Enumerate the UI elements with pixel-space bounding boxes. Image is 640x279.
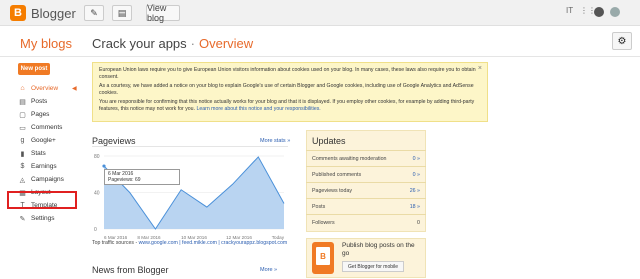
notice-paragraph: You are responsible for confirming that … bbox=[99, 99, 481, 112]
traffic-sources: Top traffic sources - www.google.com | f… bbox=[92, 240, 288, 247]
news-more-link[interactable]: More » bbox=[260, 267, 277, 273]
user-initials: IT bbox=[566, 6, 574, 15]
chart-tooltip: 6 Mar 2016 Pageviews: 69 bbox=[104, 169, 180, 185]
sidebar-item-stats[interactable]: ▮ Stats bbox=[18, 147, 86, 160]
updates-value[interactable]: 26 » bbox=[410, 188, 420, 194]
news-title: News from Blogger bbox=[92, 265, 169, 275]
sidebar-item-label: Earnings bbox=[31, 163, 57, 170]
title-separator: · bbox=[190, 36, 195, 51]
updates-label: Posts bbox=[312, 204, 326, 210]
y-tick-label: 80 bbox=[94, 154, 100, 160]
top-bar: B Blogger ✎ ▤ View blog IT ⋮⋮ bbox=[0, 0, 640, 26]
learn-more-link[interactable]: Learn more about this notice and your re… bbox=[196, 106, 320, 112]
updates-row[interactable]: Pageviews today 26 » bbox=[306, 182, 426, 198]
data-point bbox=[102, 164, 106, 168]
series-area bbox=[104, 156, 284, 229]
promo-text: Publish blog posts on the go bbox=[342, 242, 415, 257]
pencil-icon[interactable]: ✎ bbox=[84, 5, 104, 21]
sidebar-item-label: Comments bbox=[31, 124, 63, 131]
section-name: Overview bbox=[199, 36, 254, 51]
new-post-button[interactable]: New post bbox=[18, 63, 50, 75]
updates-label: Followers bbox=[312, 220, 335, 226]
current-indicator-icon: ◀ bbox=[72, 86, 77, 92]
my-blogs-link[interactable]: My blogs bbox=[20, 36, 72, 51]
header-divider bbox=[0, 56, 640, 57]
y-tick-label: 0 bbox=[94, 227, 97, 233]
notifications-icon[interactable] bbox=[594, 7, 604, 17]
updates-row[interactable]: Published comments 0 » bbox=[306, 166, 426, 182]
updates-row[interactable]: Posts 18 » bbox=[306, 198, 426, 214]
posts-icon: ▤ bbox=[19, 98, 26, 106]
tooltip-value: Pageviews: 69 bbox=[108, 177, 141, 183]
blog-name[interactable]: Crack your apps bbox=[92, 36, 187, 51]
updates-value[interactable]: 0 » bbox=[413, 172, 420, 178]
sidebar-item-settings[interactable]: ✎ Settings bbox=[18, 212, 86, 225]
traffic-label: Top traffic sources - bbox=[92, 240, 139, 246]
updates-row[interactable]: Comments awaiting moderation 0 » bbox=[306, 150, 426, 166]
pages-icon: ▢ bbox=[19, 111, 26, 119]
updates-value: 0 bbox=[417, 220, 420, 226]
home-icon: ⌂ bbox=[20, 85, 25, 92]
sidebar-item-google-plus[interactable]: g Google+ bbox=[18, 134, 86, 147]
pageviews-chart: 804006 Mar 2016 8 Mar 2016 10 Mar 2016 12 M… bbox=[94, 154, 285, 240]
updates-value[interactable]: 18 » bbox=[410, 204, 420, 210]
posts-list-icon[interactable]: ▤ bbox=[112, 5, 132, 21]
updates-row: Followers 0 bbox=[306, 214, 426, 230]
updates-label: Pageviews today bbox=[312, 188, 353, 194]
updates-label: Comments awaiting moderation bbox=[312, 156, 387, 162]
google-plus-icon: g bbox=[20, 137, 25, 144]
sidebar-item-label: Pages bbox=[31, 111, 50, 118]
comments-icon: ▭ bbox=[19, 124, 26, 132]
cookie-notice: × European Union laws require you to giv… bbox=[92, 62, 488, 122]
settings-icon: ✎ bbox=[19, 215, 26, 223]
view-blog-button[interactable]: View blog bbox=[146, 3, 180, 23]
pageviews-title: Pageviews bbox=[92, 136, 136, 146]
blogger-mobile-icon: B bbox=[316, 247, 330, 265]
sidebar-item-label: Settings bbox=[31, 215, 55, 222]
sidebar-item-campaigns[interactable]: ◬ Campaigns bbox=[18, 173, 86, 186]
sidebar-item-label: Posts bbox=[31, 98, 48, 105]
stats-icon: ▮ bbox=[20, 150, 25, 158]
y-tick-label: 40 bbox=[94, 191, 100, 197]
updates-value[interactable]: 0 » bbox=[413, 156, 420, 162]
sidebar-item-label: Stats bbox=[31, 150, 46, 157]
blogger-logo-icon[interactable]: B bbox=[10, 5, 26, 21]
sidebar-item-comments[interactable]: ▭ Comments bbox=[18, 121, 86, 134]
sidebar-item-pages[interactable]: ▢ Pages bbox=[18, 108, 86, 121]
campaigns-icon: ◬ bbox=[19, 176, 26, 184]
more-stats-link[interactable]: More stats » bbox=[260, 138, 290, 144]
traffic-links[interactable]: www.google.com | feed.mikle.com | cracky… bbox=[139, 240, 288, 246]
sidebar-item-label: Google+ bbox=[31, 137, 56, 144]
get-blogger-mobile-button[interactable]: Get Blogger for mobile bbox=[342, 261, 404, 272]
notice-paragraph: As a courtesy, we have added a notice on… bbox=[99, 83, 474, 96]
notice-paragraph: European Union laws require you to give … bbox=[99, 67, 476, 80]
template-highlight-box bbox=[7, 191, 77, 209]
avatar[interactable] bbox=[610, 7, 620, 17]
close-icon[interactable]: × bbox=[478, 65, 482, 73]
pageviews-divider bbox=[92, 146, 288, 147]
brand-name: Blogger bbox=[31, 6, 76, 21]
sidebar-item-posts[interactable]: ▤ Posts bbox=[18, 95, 86, 108]
gear-icon[interactable]: ⚙ bbox=[612, 32, 632, 50]
sidebar-item-earnings[interactable]: $ Earnings bbox=[18, 160, 86, 173]
sidebar-item-label: Overview bbox=[31, 85, 59, 92]
updates-title: Updates bbox=[312, 136, 346, 146]
sidebar-item-overview[interactable]: ⌂ Overview ◀ bbox=[18, 82, 86, 95]
earnings-icon: $ bbox=[20, 163, 25, 170]
blog-title: Crack your apps · Overview bbox=[92, 36, 253, 51]
updates-label: Published comments bbox=[312, 172, 362, 178]
sidebar-item-label: Campaigns bbox=[31, 176, 64, 183]
